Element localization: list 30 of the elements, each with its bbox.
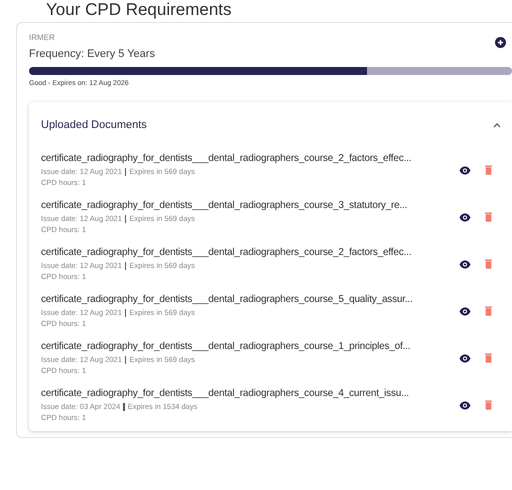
separator-bar (123, 402, 125, 410)
document-name: certificate_radiography_for_dentists___dental_radiographers_course_1_principles_of... (41, 340, 412, 353)
view-icon[interactable] (459, 212, 471, 222)
document-name: certificate_radiography_for_dentists___dental_radiographers_course_3_statutory_re... (41, 199, 408, 212)
trash-icon[interactable] (485, 259, 492, 269)
view-icon[interactable] (459, 306, 471, 316)
trash-icon[interactable] (485, 306, 492, 316)
document-name: certificate_radiography_for_dentists___dental_radiographers_course_2_factors_effec... (41, 152, 412, 165)
separator-bar (124, 168, 126, 176)
view-icon[interactable] (459, 354, 471, 362)
view-icon[interactable] (459, 166, 471, 174)
trash-icon[interactable] (485, 400, 492, 410)
document-name: certificate_radiography_for_dentists___dental_radiographers_course_4_current_issu... (41, 387, 410, 400)
view-icon[interactable] (459, 400, 471, 410)
view-icon[interactable] (459, 260, 471, 268)
plus-icon (497, 39, 504, 46)
page-title: Your CPD Requirements (45, 0, 233, 20)
separator-bar (124, 262, 126, 270)
separator-bar (124, 214, 126, 222)
frequency-text: Frequency: Every 5 Years (29, 47, 155, 61)
document-name: certificate_radiography_for_dentists___dental_radiographers_course_2_factors_effec... (41, 246, 412, 259)
trash-icon[interactable] (485, 353, 492, 363)
separator-bar (124, 308, 126, 316)
document-name: certificate_radiography_for_dentists___dental_radiographers_course_5_quality_assur... (41, 293, 414, 306)
separator-bar (124, 356, 126, 364)
add-button[interactable] (495, 37, 506, 48)
trash-icon[interactable] (485, 212, 492, 222)
trash-icon[interactable] (485, 165, 492, 175)
category-label: IRMER (29, 33, 56, 43)
panel-title: Uploaded Documents (41, 118, 147, 133)
